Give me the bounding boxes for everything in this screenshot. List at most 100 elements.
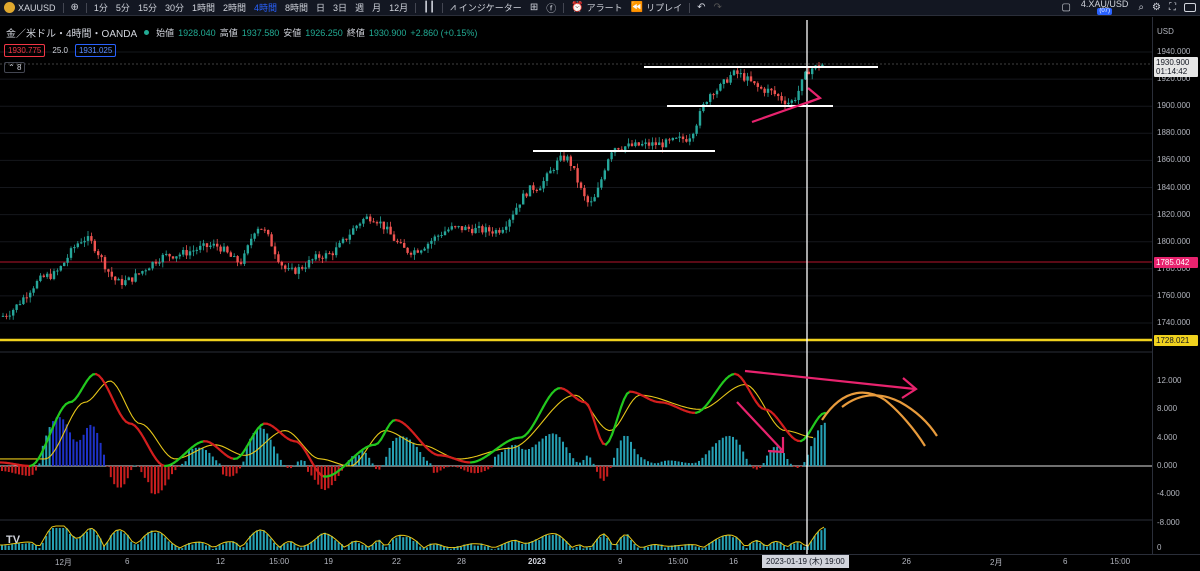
candle-body bbox=[464, 226, 467, 231]
sell-button[interactable]: 1930.775 bbox=[4, 44, 46, 57]
histogram-bar bbox=[164, 466, 167, 486]
volume-bar bbox=[517, 541, 520, 550]
buy-button[interactable]: 1931.025 bbox=[74, 44, 117, 57]
volume-bar bbox=[497, 547, 500, 550]
volume-bar bbox=[405, 536, 408, 550]
candle-body bbox=[392, 234, 396, 241]
candle-body bbox=[443, 231, 447, 236]
candle-body bbox=[528, 185, 532, 197]
indicators-button[interactable]: ⩘ インジケーター bbox=[446, 0, 526, 16]
interval-12mo[interactable]: 12月 bbox=[385, 0, 412, 16]
histogram-bar bbox=[109, 466, 112, 478]
tradingview-logo[interactable]: TV bbox=[6, 534, 20, 546]
candle-body bbox=[8, 315, 11, 317]
histogram-bar bbox=[69, 432, 71, 466]
add-symbol-button[interactable]: ⊕ bbox=[67, 0, 83, 16]
volume-bar bbox=[133, 544, 136, 550]
scripts-button[interactable]: ⓕ bbox=[542, 0, 560, 16]
chart-type-button[interactable]: ┃┃ bbox=[419, 0, 439, 16]
legend-title[interactable]: 金／米ドル・4時間・OANDA bbox=[6, 25, 137, 40]
volume-bar bbox=[211, 548, 214, 550]
histogram-bar bbox=[415, 446, 418, 466]
volume-bar bbox=[140, 540, 143, 550]
candle-body bbox=[25, 297, 28, 299]
price-scale[interactable] bbox=[1152, 17, 1200, 554]
interval-1m[interactable]: 1分 bbox=[90, 0, 112, 16]
bar-countdown: 01:14:42 bbox=[1156, 67, 1188, 76]
candle-body bbox=[270, 234, 273, 247]
candle-body bbox=[729, 75, 732, 83]
interval-3d[interactable]: 3日 bbox=[329, 0, 351, 16]
interval-1d[interactable]: 日 bbox=[312, 0, 329, 16]
redo-icon: ↷ bbox=[713, 2, 722, 13]
symbol-search-button[interactable]: XAUUSD bbox=[0, 0, 60, 16]
toolbar-right: ▢ 4.XAU/USD (07) ⌕ ⚙ ⛶ bbox=[1057, 0, 1200, 16]
volume-bar bbox=[55, 528, 58, 550]
histogram-bar bbox=[446, 466, 449, 468]
chart-canvas[interactable] bbox=[0, 17, 1152, 554]
layout-select-button[interactable]: ▢ bbox=[1057, 0, 1074, 16]
time-axis[interactable] bbox=[0, 554, 1200, 571]
candle-body bbox=[474, 227, 477, 234]
histogram-bar bbox=[133, 465, 136, 467]
alert-button[interactable]: ⏰ アラート bbox=[567, 0, 626, 16]
candle-body bbox=[294, 267, 297, 274]
volume-bar bbox=[793, 543, 796, 550]
volume-bar bbox=[558, 536, 561, 550]
current-price: 1930.900 bbox=[1156, 58, 1190, 67]
interval-2h[interactable]: 2時間 bbox=[219, 0, 250, 16]
quick-search-button[interactable]: ⌕ bbox=[1134, 0, 1148, 16]
snapshot-button[interactable] bbox=[1180, 0, 1200, 16]
chart-legend: 金／米ドル・4時間・OANDA 始値 1928.040 高値 1937.580 安値… bbox=[6, 25, 477, 41]
volume-bar bbox=[392, 539, 394, 550]
volume-bar bbox=[150, 530, 153, 550]
volume-bar bbox=[245, 542, 248, 550]
fast-line-segment bbox=[616, 406, 623, 418]
gear-icon: ⚙ bbox=[1152, 2, 1161, 13]
drawings-layer[interactable] bbox=[533, 20, 938, 554]
compare-symbol-button[interactable]: 4.XAU/USD (07) bbox=[1075, 0, 1135, 15]
interval-1w[interactable]: 週 bbox=[351, 0, 368, 16]
candle-body bbox=[280, 261, 283, 266]
interval-1h[interactable]: 1時間 bbox=[188, 0, 219, 16]
volume-bar bbox=[772, 542, 775, 550]
candle-body bbox=[161, 254, 164, 263]
histogram-bar bbox=[630, 441, 632, 466]
volume-bar bbox=[35, 545, 37, 550]
candle-body bbox=[195, 249, 198, 251]
candle-body bbox=[783, 100, 787, 105]
camera-icon bbox=[1184, 3, 1196, 12]
redo-button[interactable]: ↷ bbox=[710, 0, 726, 16]
replay-label: リプレイ bbox=[646, 3, 683, 13]
volume-bar bbox=[300, 547, 303, 550]
undo-button[interactable]: ↶ bbox=[693, 0, 709, 16]
candle-body bbox=[491, 231, 494, 234]
interval-1mo[interactable]: 月 bbox=[368, 0, 385, 16]
indicator-collapse-button[interactable]: ⌃ 8 bbox=[4, 62, 26, 73]
interval-4h[interactable]: 4時間 bbox=[250, 0, 281, 16]
layouts-button[interactable]: ⊞ bbox=[526, 0, 542, 16]
histogram-bar bbox=[647, 461, 649, 466]
candle-body bbox=[552, 170, 555, 172]
fullscreen-button[interactable]: ⛶ bbox=[1165, 0, 1180, 16]
candle-body bbox=[69, 248, 73, 258]
interval-30m[interactable]: 30分 bbox=[161, 0, 188, 16]
histogram-bar bbox=[157, 466, 160, 494]
replay-button[interactable]: ⏪ リプレイ bbox=[627, 0, 686, 16]
histogram-bar bbox=[286, 466, 289, 468]
interval-15m[interactable]: 15分 bbox=[134, 0, 161, 16]
histogram-bar bbox=[636, 454, 639, 466]
candle-body bbox=[243, 253, 246, 264]
settings-button[interactable]: ⚙ bbox=[1148, 0, 1165, 16]
volume-bar bbox=[691, 544, 694, 550]
candle-body bbox=[56, 270, 59, 272]
interval-8h[interactable]: 8時間 bbox=[281, 0, 312, 16]
candle-body bbox=[76, 243, 79, 248]
interval-5m[interactable]: 5分 bbox=[112, 0, 134, 16]
histogram-bar bbox=[803, 462, 806, 466]
candle-body bbox=[66, 257, 69, 263]
volume-bar bbox=[290, 541, 292, 550]
volume-bar bbox=[409, 537, 411, 550]
candle-body bbox=[158, 262, 161, 264]
candle-body bbox=[341, 238, 345, 243]
